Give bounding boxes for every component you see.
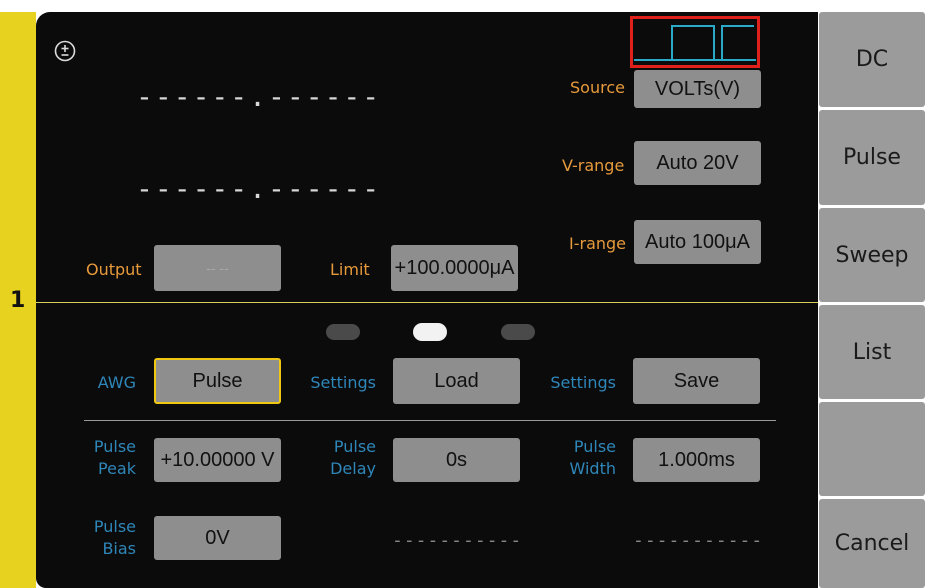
pulse-delay-label-line2: Delay — [330, 459, 376, 478]
empty-field-2: ----------- — [633, 530, 764, 551]
pulse-peak-label-line1: Pulse — [93, 437, 136, 456]
primary-readout: ------.------ — [136, 80, 382, 113]
sidebar-item-empty — [819, 402, 925, 496]
v-range-label: V-range — [562, 156, 625, 175]
save-button[interactable]: Save — [633, 358, 760, 404]
v-range-button[interactable]: Auto 20V — [634, 141, 761, 185]
pulse-bias-label-line1: Pulse — [93, 517, 136, 536]
pulse-peak-button[interactable]: +10.00000 V — [154, 438, 281, 482]
sidebar-item-list[interactable]: List — [819, 305, 925, 399]
awg-label: AWG — [97, 373, 136, 392]
i-range-button[interactable]: Auto 100μA — [634, 220, 761, 264]
limit-label: Limit — [330, 260, 370, 279]
load-button[interactable]: Load — [393, 358, 520, 404]
pulse-delay-label: Pulse Delay — [326, 436, 376, 480]
panel-divider — [36, 302, 818, 303]
pulse-width-label: Pulse Width — [566, 436, 616, 480]
output-label: Output — [86, 260, 142, 279]
settings-load-label: Settings — [310, 373, 376, 392]
pulse-waveform-icon[interactable] — [630, 16, 760, 68]
channel-number: 1 — [10, 288, 26, 313]
pulse-bias-button[interactable]: 0V — [154, 516, 281, 560]
sidebar-item-cancel[interactable]: Cancel — [819, 499, 925, 588]
source-button[interactable]: VOLTs(V) — [634, 70, 761, 108]
pulse-delay-label-line1: Pulse — [333, 437, 376, 456]
pulse-peak-label: Pulse Peak — [86, 436, 136, 480]
limit-button[interactable]: +100.0000μA — [391, 245, 518, 291]
page-indicator-2[interactable] — [413, 323, 447, 341]
sidebar-item-dc[interactable]: DC — [819, 12, 925, 107]
section-divider — [84, 420, 776, 421]
pulse-bias-label: Pulse Bias — [86, 516, 136, 560]
secondary-readout: ------.------ — [136, 172, 382, 205]
pulse-width-label-line1: Pulse — [573, 437, 616, 456]
output-button[interactable]: -- -- — [154, 245, 281, 291]
empty-field-1: ----------- — [392, 530, 523, 551]
source-label: Source — [570, 78, 625, 97]
settings-save-label: Settings — [550, 373, 616, 392]
page-indicator-1[interactable] — [326, 324, 360, 340]
pulse-bias-label-line2: Bias — [102, 539, 136, 558]
i-range-label: I-range — [569, 234, 627, 253]
page-indicator-3[interactable] — [501, 324, 535, 340]
awg-pulse-button[interactable]: Pulse — [154, 358, 281, 404]
main-panel: ------.------ ------.------ Source VOLTs… — [36, 12, 818, 588]
pulse-width-label-line2: Width — [569, 459, 616, 478]
pulse-width-button[interactable]: 1.000ms — [633, 438, 760, 482]
sidebar-item-pulse[interactable]: Pulse — [819, 110, 925, 205]
plus-minus-circle-icon[interactable] — [54, 40, 76, 62]
pulse-delay-button[interactable]: 0s — [393, 438, 520, 482]
sidebar-item-sweep[interactable]: Sweep — [819, 208, 925, 302]
pulse-peak-label-line2: Peak — [98, 459, 136, 478]
